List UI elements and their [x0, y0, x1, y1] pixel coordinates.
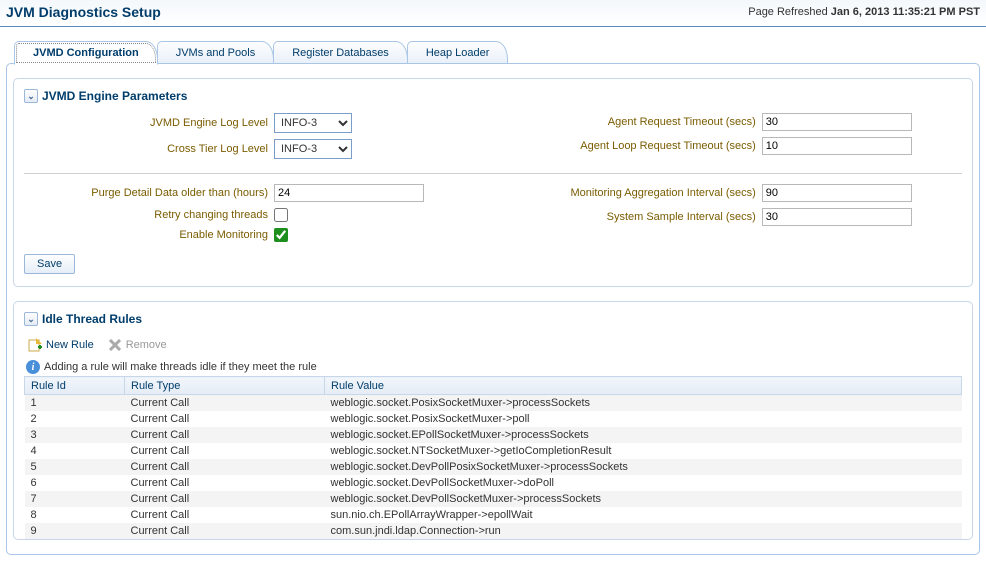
panel-title: Idle Thread Rules	[42, 312, 142, 326]
remove-icon	[108, 338, 122, 352]
cross-tier-select[interactable]: INFO-3	[274, 139, 352, 159]
table-row[interactable]: 9Current Callcom.sun.jndi.ldap.Connectio…	[25, 523, 962, 539]
form-grid-bottom: Purge Detail Data older than (hours) Ret…	[24, 184, 962, 248]
tab-bar: JVMD Configuration JVMs and Pools Regist…	[14, 41, 986, 64]
cell-rule-value: weblogic.socket.DevPollSocketMuxer->proc…	[325, 491, 962, 507]
rules-toolbar: New Rule Remove	[24, 336, 962, 358]
tab-label: Register Databases	[292, 47, 389, 59]
enable-monitoring-label: Enable Monitoring	[24, 229, 274, 241]
info-icon: i	[26, 360, 40, 374]
agent-req-input[interactable]	[762, 113, 912, 131]
log-level-select[interactable]: INFO-3	[274, 113, 352, 133]
table-row[interactable]: 6Current Callweblogic.socket.DevPollSock…	[25, 475, 962, 491]
table-row[interactable]: 8Current Callsun.nio.ch.EPollArrayWrappe…	[25, 507, 962, 523]
table-row[interactable]: 7Current Callweblogic.socket.DevPollSock…	[25, 491, 962, 507]
collapse-icon[interactable]: ⌄	[24, 89, 38, 103]
table-row[interactable]: 5Current Callweblogic.socket.DevPollPosi…	[25, 459, 962, 475]
collapse-icon[interactable]: ⌄	[24, 312, 38, 326]
new-rule-label: New Rule	[46, 339, 94, 351]
cell-rule-value: weblogic.socket.EPollSocketMuxer->proces…	[325, 427, 962, 443]
tab-jvmd-configuration[interactable]: JVMD Configuration	[14, 41, 158, 65]
cell-rule-id: 8	[25, 507, 125, 523]
cell-rule-id: 1	[25, 395, 125, 411]
remove-button[interactable]: Remove	[108, 338, 167, 352]
table-row[interactable]: 3Current Callweblogic.socket.EPollSocket…	[25, 427, 962, 443]
refresh-timestamp: Jan 6, 2013 11:35:21 PM PST	[831, 6, 980, 18]
cell-rule-value: sun.nio.ch.EPollArrayWrapper->epollWait	[325, 507, 962, 523]
tab-heap-loader[interactable]: Heap Loader	[407, 41, 509, 64]
tab-label: Heap Loader	[426, 47, 490, 59]
panel-header: ⌄ JVMD Engine Parameters	[24, 89, 962, 103]
cell-rule-type: Current Call	[125, 507, 325, 523]
rules-table: Rule Id Rule Type Rule Value 1Current Ca…	[24, 376, 962, 539]
cell-rule-id: 2	[25, 411, 125, 427]
page-header: JVM Diagnostics Setup Page Refreshed Jan…	[0, 0, 986, 27]
form-grid-top: JVMD Engine Log Level INFO-3 Cross Tier …	[24, 113, 962, 165]
table-row[interactable]: 2Current Callweblogic.socket.PosixSocket…	[25, 411, 962, 427]
tab-register-databases[interactable]: Register Databases	[273, 41, 408, 64]
cell-rule-id: 9	[25, 523, 125, 539]
tab-label: JVMs and Pools	[176, 47, 255, 59]
sys-sample-label: System Sample Interval (secs)	[512, 211, 762, 223]
cell-rule-value: weblogic.socket.DevPollPosixSocketMuxer-…	[325, 459, 962, 475]
engine-parameters-panel: ⌄ JVMD Engine Parameters JVMD Engine Log…	[13, 78, 973, 287]
cell-rule-id: 7	[25, 491, 125, 507]
cell-rule-id: 4	[25, 443, 125, 459]
mon-agg-label: Monitoring Aggregation Interval (secs)	[512, 187, 762, 199]
panel-title: JVMD Engine Parameters	[42, 89, 187, 103]
cell-rule-type: Current Call	[125, 427, 325, 443]
col-rule-value[interactable]: Rule Value	[325, 377, 962, 395]
cell-rule-type: Current Call	[125, 411, 325, 427]
cell-rule-id: 5	[25, 459, 125, 475]
page-refresh-status: Page Refreshed Jan 6, 2013 11:35:21 PM P…	[748, 6, 980, 18]
table-row[interactable]: 1Current Callweblogic.socket.PosixSocket…	[25, 395, 962, 411]
retry-checkbox[interactable]	[274, 208, 288, 222]
remove-label: Remove	[126, 339, 167, 351]
cell-rule-value: com.sun.jndi.ldap.Connection->run	[325, 523, 962, 539]
page-title: JVM Diagnostics Setup	[6, 4, 161, 20]
refresh-prefix: Page Refreshed	[748, 6, 828, 18]
idle-thread-rules-panel: ⌄ Idle Thread Rules New Rule Remove i Ad…	[13, 301, 973, 540]
cell-rule-value: weblogic.socket.DevPollSocketMuxer->doPo…	[325, 475, 962, 491]
cell-rule-type: Current Call	[125, 475, 325, 491]
log-level-label: JVMD Engine Log Level	[24, 117, 274, 129]
agent-loop-input[interactable]	[762, 137, 912, 155]
tab-jvms-and-pools[interactable]: JVMs and Pools	[157, 41, 274, 64]
mon-agg-input[interactable]	[762, 184, 912, 202]
new-rule-icon	[28, 338, 42, 352]
info-text: Adding a rule will make threads idle if …	[44, 361, 317, 373]
info-row: i Adding a rule will make threads idle i…	[24, 358, 962, 376]
cell-rule-type: Current Call	[125, 443, 325, 459]
new-rule-button[interactable]: New Rule	[28, 338, 94, 352]
cell-rule-type: Current Call	[125, 459, 325, 475]
table-row[interactable]: 4Current Callweblogic.socket.NTSocketMux…	[25, 443, 962, 459]
agent-loop-label: Agent Loop Request Timeout (secs)	[512, 140, 762, 152]
cell-rule-type: Current Call	[125, 491, 325, 507]
col-rule-id[interactable]: Rule Id	[25, 377, 125, 395]
cell-rule-value: weblogic.socket.PosixSocketMuxer->poll	[325, 411, 962, 427]
purge-input[interactable]	[274, 184, 424, 202]
agent-req-label: Agent Request Timeout (secs)	[512, 116, 762, 128]
purge-label: Purge Detail Data older than (hours)	[24, 187, 274, 199]
tab-content: ⌄ JVMD Engine Parameters JVMD Engine Log…	[6, 63, 980, 555]
retry-label: Retry changing threads	[24, 209, 274, 221]
enable-monitoring-checkbox[interactable]	[274, 228, 288, 242]
sys-sample-input[interactable]	[762, 208, 912, 226]
panel-header: ⌄ Idle Thread Rules	[24, 312, 962, 326]
save-button[interactable]: Save	[24, 254, 75, 274]
divider	[24, 173, 962, 174]
col-rule-type[interactable]: Rule Type	[125, 377, 325, 395]
cell-rule-type: Current Call	[125, 523, 325, 539]
tab-label: JVMD Configuration	[33, 47, 139, 59]
cell-rule-value: weblogic.socket.NTSocketMuxer->getIoComp…	[325, 443, 962, 459]
cell-rule-id: 3	[25, 427, 125, 443]
cell-rule-value: weblogic.socket.PosixSocketMuxer->proces…	[325, 395, 962, 411]
cell-rule-id: 6	[25, 475, 125, 491]
cell-rule-type: Current Call	[125, 395, 325, 411]
cross-tier-label: Cross Tier Log Level	[24, 143, 274, 155]
